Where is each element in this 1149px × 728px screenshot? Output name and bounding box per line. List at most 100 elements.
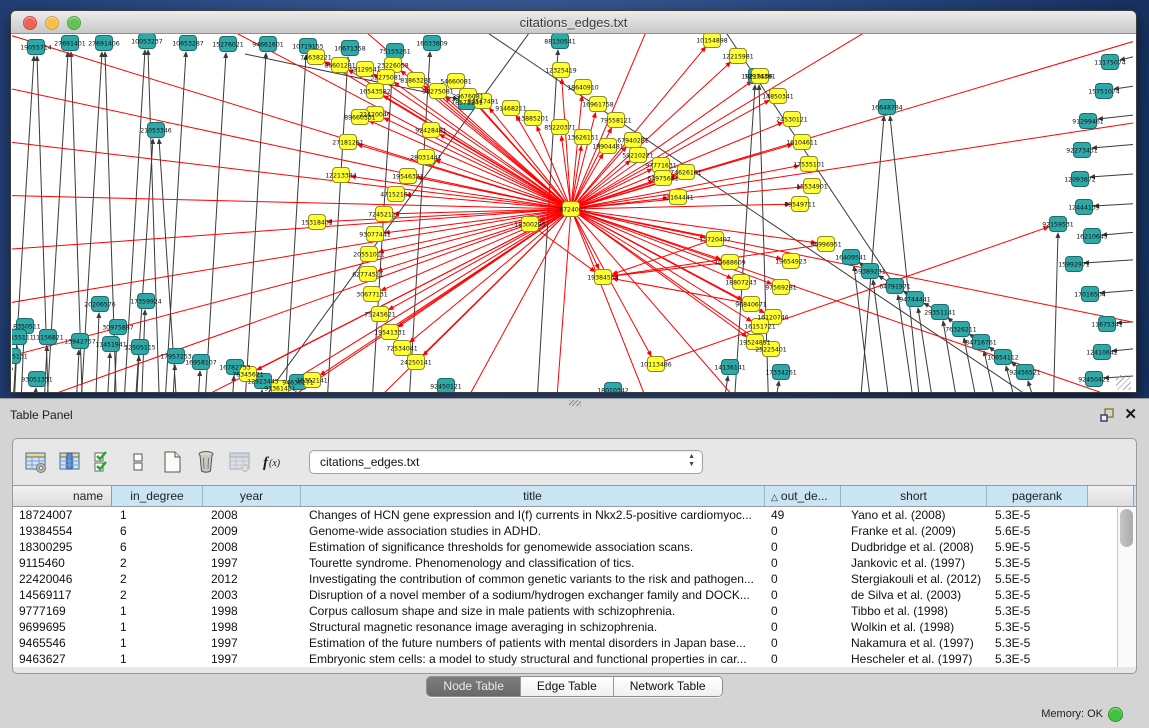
table-row[interactable]: 977716911998Corpus callosum shape and si… [13,603,1136,619]
row-height-icon[interactable] [125,449,151,475]
cell-out_de[interactable]: 0 [765,539,841,555]
column-header-in_degree[interactable]: in_degree [112,486,203,506]
table-row[interactable]: 1872400712008Changes of HCN gene express… [13,507,1136,523]
cell-pagerank[interactable]: 5.6E-5 [987,523,1088,539]
float-window-icon[interactable] [1099,407,1115,423]
cell-name[interactable]: 9465546 [13,635,112,651]
cell-pagerank[interactable]: 5.3E-5 [987,587,1088,603]
cell-short[interactable]: Nakamura et al. (1997) [841,635,987,651]
cell-out_de[interactable]: 0 [765,619,841,635]
cell-out_de[interactable]: 49 [765,507,841,523]
new-column-icon[interactable] [159,449,185,475]
cell-pagerank[interactable]: 5.9E-5 [987,539,1088,555]
column-header-title[interactable]: title [301,486,765,506]
cell-year[interactable]: 1998 [203,603,301,619]
function-builder-icon[interactable]: f (x) [261,449,287,475]
cell-in_degree[interactable]: 2 [112,571,203,587]
cell-name[interactable]: 18724007 [13,507,112,523]
cell-title[interactable]: Disruption of a novel member of a sodium… [301,587,765,603]
window-titlebar[interactable]: citations_edges.txt [11,11,1136,34]
cell-name[interactable]: 18300295 [13,539,112,555]
zoom-window-icon[interactable] [67,16,81,30]
cell-pagerank[interactable]: 5.3E-5 [987,555,1088,571]
cell-year[interactable]: 2012 [203,571,301,587]
cell-title[interactable]: Genome-wide association studies in ADHD. [301,523,765,539]
cell-short[interactable]: Tibbo et al. (1998) [841,603,987,619]
column-header-year[interactable]: year [203,486,301,506]
cell-in_degree[interactable]: 2 [112,587,203,603]
cell-pagerank[interactable]: 5.3E-5 [987,507,1088,523]
tab-node-table[interactable]: Node Table [427,677,521,696]
cell-name[interactable]: 14569117 [13,587,112,603]
cell-out_de[interactable]: 0 [765,571,841,587]
table-row[interactable]: 946362711997Embryonic stem cells: a mode… [13,651,1136,667]
delete-column-icon[interactable] [193,449,219,475]
cell-in_degree[interactable]: 1 [112,603,203,619]
cell-name[interactable]: 9777169 [13,603,112,619]
table-source-select[interactable]: citations_edges.txt ▲▼ [309,450,703,474]
cell-out_de[interactable]: 0 [765,603,841,619]
scrollbar-thumb[interactable] [1120,509,1133,547]
cell-short[interactable]: Wolkin et al. (1998) [841,619,987,635]
close-icon[interactable]: ✕ [1124,405,1137,423]
cell-short[interactable]: Stergiakouli et al. (2012) [841,571,987,587]
cell-name[interactable]: 9699695 [13,619,112,635]
minimize-window-icon[interactable] [45,16,59,30]
column-header-out_de[interactable]: △out_de... [765,486,841,506]
cell-title[interactable]: Estimation of the future numbers of pati… [301,635,765,651]
tab-network-table[interactable]: Network Table [614,677,722,696]
cell-title[interactable]: Structural magnetic resonance image aver… [301,619,765,635]
cell-short[interactable]: Yano et al. (2008) [841,507,987,523]
cell-year[interactable]: 1997 [203,651,301,667]
cell-short[interactable]: Hescheler et al. (1997) [841,651,987,667]
cell-short[interactable]: Franke et al. (2009) [841,523,987,539]
table-row[interactable]: 1938455462009Genome-wide association stu… [13,523,1136,539]
cell-pagerank[interactable]: 5.3E-5 [987,651,1088,667]
cell-pagerank[interactable]: 5.3E-5 [987,603,1088,619]
table-vertical-scrollbar[interactable] [1117,507,1136,667]
cell-name[interactable]: 9463627 [13,651,112,667]
cell-year[interactable]: 2009 [203,523,301,539]
cell-year[interactable]: 2008 [203,539,301,555]
cell-year[interactable]: 1997 [203,635,301,651]
cell-in_degree[interactable]: 2 [112,555,203,571]
cell-title[interactable]: Investigating the contribution of common… [301,571,765,587]
cell-title[interactable]: Corpus callosum shape and size in male p… [301,603,765,619]
cell-out_de[interactable]: 0 [765,651,841,667]
cell-out_de[interactable]: 0 [765,635,841,651]
cell-name[interactable]: 22420046 [13,571,112,587]
show-columns-icon[interactable] [57,449,83,475]
cell-title[interactable]: Changes of HCN gene expression and I(f) … [301,507,765,523]
memory-status-indicator[interactable] [1108,707,1123,722]
table-row[interactable]: 946554611997Estimation of the future num… [13,635,1136,651]
cell-year[interactable]: 2008 [203,507,301,523]
cell-year[interactable]: 1998 [203,619,301,635]
cell-title[interactable]: Tourette syndrome. Phenomenology and cla… [301,555,765,571]
table-row[interactable]: 1830029562008Estimation of significance … [13,539,1136,555]
cell-year[interactable]: 2003 [203,587,301,603]
select-columns-icon[interactable] [91,449,117,475]
table-row[interactable]: 969969511998Structural magnetic resonanc… [13,619,1136,635]
cell-short[interactable]: Jankovic et al. (1997) [841,555,987,571]
cell-name[interactable]: 9115460 [13,555,112,571]
cell-year[interactable]: 1997 [203,555,301,571]
cell-title[interactable]: Embryonic stem cells: a model to study s… [301,651,765,667]
cell-in_degree[interactable]: 1 [112,619,203,635]
tab-edge-table[interactable]: Edge Table [521,677,614,696]
cell-title[interactable]: Estimation of significance thresholds fo… [301,539,765,555]
column-header-name[interactable]: name [13,486,112,506]
cell-in_degree[interactable]: 6 [112,523,203,539]
cell-pagerank[interactable]: 5.3E-5 [987,619,1088,635]
table-row[interactable]: 2242004622012Investigating the contribut… [13,571,1136,587]
cell-in_degree[interactable]: 1 [112,507,203,523]
cell-short[interactable]: de Silva et al. (2003) [841,587,987,603]
cell-pagerank[interactable]: 5.3E-5 [987,635,1088,651]
table-mode-icon[interactable] [23,449,49,475]
table-row[interactable]: 911546021997Tourette syndrome. Phenomeno… [13,555,1136,571]
cell-in_degree[interactable]: 6 [112,539,203,555]
cell-out_de[interactable]: 0 [765,587,841,603]
cell-pagerank[interactable]: 5.5E-5 [987,571,1088,587]
table-row[interactable]: 1456911722003Disruption of a novel membe… [13,587,1136,603]
close-window-icon[interactable] [23,16,37,30]
cell-in_degree[interactable]: 1 [112,635,203,651]
